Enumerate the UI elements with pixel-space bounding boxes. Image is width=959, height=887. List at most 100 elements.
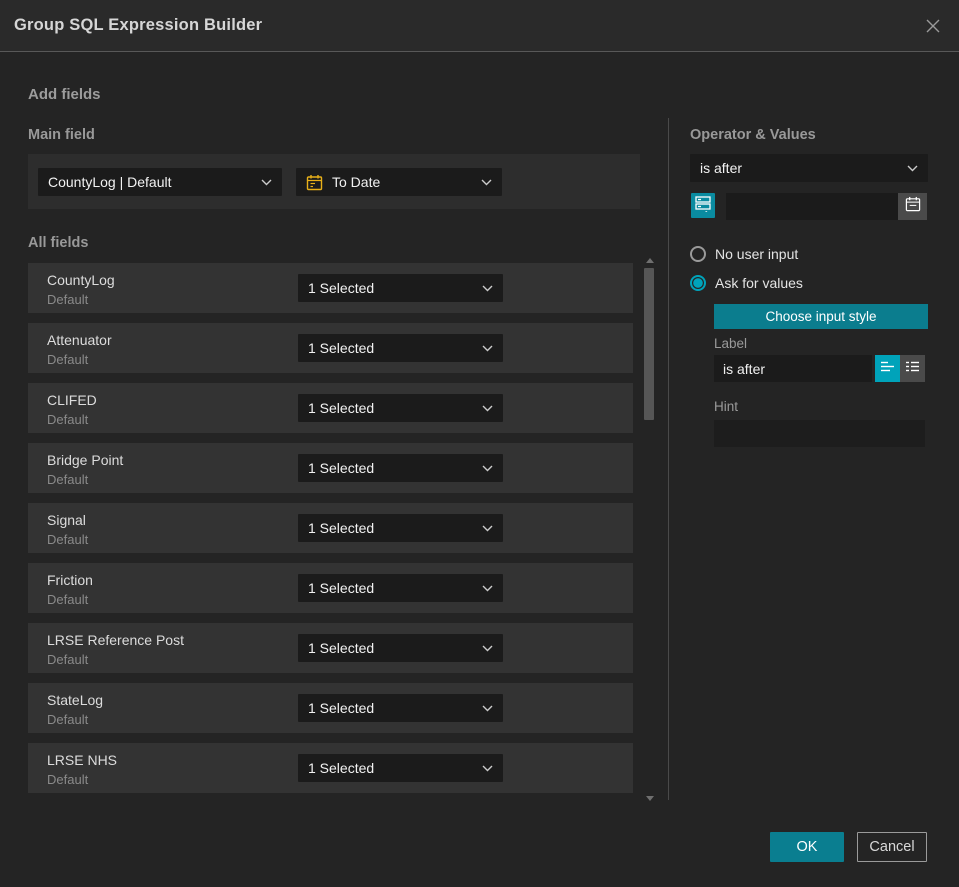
chevron-down-icon: [481, 179, 492, 186]
field-row: Attenuator Default 1 Selected: [28, 323, 633, 373]
close-icon[interactable]: [921, 14, 945, 38]
field-row: CLIFED Default 1 Selected: [28, 383, 633, 433]
single-line-input-style-button[interactable]: [875, 355, 900, 382]
field-name: LRSE Reference Post: [47, 632, 184, 648]
all-fields-list: CountyLog Default 1 Selected Attenuator Defa…: [28, 263, 633, 803]
operator-select-value: is after: [700, 160, 743, 176]
dialog-titlebar: Group SQL Expression Builder: [0, 0, 959, 52]
field-name: Attenuator: [47, 332, 112, 348]
stacked-rows-select-icon: [695, 195, 711, 217]
chevron-down-icon: [482, 765, 493, 772]
value-list-picker-button[interactable]: [691, 193, 715, 218]
field-name: Bridge Point: [47, 452, 124, 468]
panel-divider: [668, 118, 669, 800]
hint-input[interactable]: [714, 420, 925, 447]
field-selection-select[interactable]: 1 Selected: [298, 574, 503, 602]
main-field-type-select[interactable]: To Date: [296, 168, 502, 196]
fields-list-scrollbar[interactable]: [643, 256, 656, 803]
field-selection-value: 1 Selected: [308, 640, 375, 656]
field-subtitle: Default: [47, 352, 89, 367]
radio-ask-for-values[interactable]: Ask for values: [690, 275, 803, 291]
chevron-down-icon: [482, 465, 493, 472]
field-selection-select[interactable]: 1 Selected: [298, 514, 503, 542]
field-selection-select[interactable]: 1 Selected: [298, 694, 503, 722]
field-row: StateLog Default 1 Selected: [28, 683, 633, 733]
field-name: CLIFED: [47, 392, 97, 408]
list-input-style-button[interactable]: [900, 355, 925, 382]
field-row: LRSE NHS Default 1 Selected: [28, 743, 633, 793]
field-selection-value: 1 Selected: [308, 340, 375, 356]
field-selection-select[interactable]: 1 Selected: [298, 634, 503, 662]
dialog-title: Group SQL Expression Builder: [14, 16, 263, 34]
chevron-down-icon: [482, 345, 493, 352]
hint-caption: Hint: [714, 399, 739, 414]
radio-ask-for-values-label: Ask for values: [715, 275, 803, 291]
scroll-down-arrow-icon[interactable]: [646, 796, 654, 801]
field-subtitle: Default: [47, 292, 89, 307]
ok-button[interactable]: OK: [770, 832, 844, 862]
chevron-down-icon: [482, 585, 493, 592]
field-selection-value: 1 Selected: [308, 280, 375, 296]
field-subtitle: Default: [47, 412, 89, 427]
calendar-icon: [905, 196, 921, 217]
field-selection-value: 1 Selected: [308, 760, 375, 776]
field-row: Bridge Point Default 1 Selected: [28, 443, 633, 493]
main-field-heading: Main field: [28, 127, 95, 143]
operator-values-heading: Operator & Values: [690, 127, 816, 143]
field-row: Friction Default 1 Selected: [28, 563, 633, 613]
radio-circle-icon: [690, 246, 706, 262]
value-input[interactable]: [726, 193, 898, 220]
radio-circle-icon: [690, 275, 706, 291]
chevron-down-icon: [482, 525, 493, 532]
field-subtitle: Default: [47, 712, 89, 727]
field-subtitle: Default: [47, 772, 89, 787]
field-subtitle: Default: [47, 652, 89, 667]
chevron-down-icon: [482, 645, 493, 652]
operator-select[interactable]: is after: [690, 154, 928, 182]
field-name: Friction: [47, 572, 93, 588]
main-field-panel: CountyLog | Default To Date: [28, 154, 640, 209]
chevron-down-icon: [482, 405, 493, 412]
field-selection-value: 1 Selected: [308, 700, 375, 716]
field-row: LRSE Reference Post Default 1 Selected: [28, 623, 633, 673]
radio-no-user-input-label: No user input: [715, 246, 799, 262]
field-name: Signal: [47, 512, 86, 528]
scrollbar-thumb[interactable]: [644, 268, 654, 420]
chevron-down-icon: [482, 705, 493, 712]
cancel-button[interactable]: Cancel: [857, 832, 927, 862]
group-sql-expression-builder-dialog: Group SQL Expression Builder Add fields …: [0, 0, 959, 887]
field-name: CountyLog: [47, 272, 115, 288]
label-input[interactable]: [714, 355, 872, 382]
field-row: CountyLog Default 1 Selected: [28, 263, 633, 313]
field-row: Signal Default 1 Selected: [28, 503, 633, 553]
main-field-select[interactable]: CountyLog | Default: [38, 168, 282, 196]
main-field-select-value: CountyLog | Default: [48, 174, 172, 190]
scroll-up-arrow-icon[interactable]: [646, 258, 654, 263]
field-selection-value: 1 Selected: [308, 400, 375, 416]
field-selection-select[interactable]: 1 Selected: [298, 454, 503, 482]
align-left-lines-icon: [880, 360, 895, 378]
chevron-down-icon: [482, 285, 493, 292]
field-name: StateLog: [47, 692, 104, 708]
chevron-down-icon: [261, 179, 272, 186]
label-caption: Label: [714, 336, 748, 351]
bulleted-list-icon: [905, 360, 920, 378]
main-field-type-value: To Date: [332, 174, 381, 190]
chevron-down-icon: [907, 165, 918, 172]
field-subtitle: Default: [47, 592, 89, 607]
field-name: LRSE NHS: [47, 752, 118, 768]
field-subtitle: Default: [47, 472, 89, 487]
add-fields-heading: Add fields: [28, 86, 101, 103]
field-selection-select[interactable]: 1 Selected: [298, 394, 503, 422]
label-style-toggle-group: [875, 355, 925, 382]
field-selection-select[interactable]: 1 Selected: [298, 754, 503, 782]
choose-input-style-button[interactable]: Choose input style: [714, 304, 928, 329]
field-selection-value: 1 Selected: [308, 460, 375, 476]
calendar-icon: [306, 174, 323, 191]
field-selection-select[interactable]: 1 Selected: [298, 274, 503, 302]
field-selection-select[interactable]: 1 Selected: [298, 334, 503, 362]
field-subtitle: Default: [47, 532, 89, 547]
date-picker-button[interactable]: [898, 193, 927, 220]
radio-no-user-input[interactable]: No user input: [690, 246, 798, 262]
field-selection-value: 1 Selected: [308, 520, 375, 536]
